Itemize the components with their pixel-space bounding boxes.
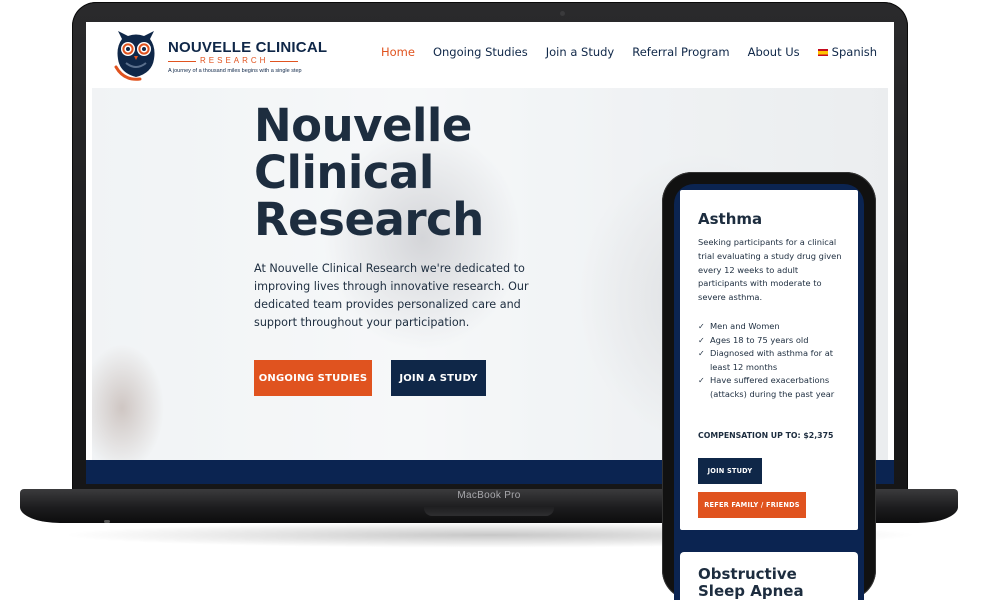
criteria-item: ✓ Men and Women xyxy=(698,320,854,334)
check-icon: ✓ xyxy=(698,349,705,359)
study-card-asthma: Asthma Seeking participants for a clinic… xyxy=(680,190,858,530)
hero-description: At Nouvelle Clinical Research we're dedi… xyxy=(254,262,529,329)
logo-title: NOUVELLE CLINICAL xyxy=(168,39,328,56)
criteria-text: Men and Women xyxy=(710,321,780,331)
nav-ongoing-studies[interactable]: Ongoing Studies xyxy=(433,45,528,59)
criteria-item: ✓ Diagnosed with asthma for at least 12 m… xyxy=(698,347,854,374)
refer-family-friends-button[interactable]: REFER FAMILY / FRIENDS xyxy=(698,492,806,518)
nav-language-spanish[interactable]: Spanish xyxy=(817,45,878,59)
nav-about-us[interactable]: About Us xyxy=(748,45,800,59)
criteria-item: ✓ Ages 18 to 75 years old xyxy=(698,334,854,348)
check-icon: ✓ xyxy=(698,322,705,331)
nav-language-label: Spanish xyxy=(831,45,878,59)
study-title: Asthma xyxy=(698,210,763,228)
phone-frame: Asthma Seeking participants for a clinic… xyxy=(662,172,876,600)
study-description: Seeking participants for a clinical tria… xyxy=(698,237,842,303)
laptop-notch xyxy=(424,506,554,516)
nav-join-a-study[interactable]: Join a Study xyxy=(546,45,614,59)
criteria-text: Have suffered exacerbations (attacks) du… xyxy=(710,375,835,399)
logo-tagline: A journey of a thousand miles begins wit… xyxy=(168,68,302,74)
nav-referral-program[interactable]: Referral Program xyxy=(632,45,729,59)
laptop-foot xyxy=(104,520,110,523)
logo-subtitle: RESEARCH xyxy=(167,56,300,65)
owl-logo-icon xyxy=(114,31,155,81)
criteria-text: Diagnosed with asthma for at least 12 mo… xyxy=(710,348,834,372)
nav-home[interactable]: Home xyxy=(381,45,415,59)
check-icon: ✓ xyxy=(698,376,705,386)
compensation-text: COMPENSATION UP TO: $2,375 xyxy=(698,431,834,440)
study-title: Obstructive Sleep Apnea xyxy=(698,565,804,600)
study-card-sleep-apnea[interactable]: Obstructive Sleep Apnea xyxy=(680,552,858,600)
laptop-camera xyxy=(560,11,565,16)
main-nav: Home Ongoing Studies Join a Study Referr… xyxy=(381,45,894,59)
spain-flag-icon xyxy=(817,49,828,56)
criteria-item: ✓ Have suffered exacerbations (attacks) d… xyxy=(698,374,854,401)
hero-title: Nouvelle Clinical Research xyxy=(254,99,484,246)
criteria-text: Ages 18 to 75 years old xyxy=(710,334,809,345)
logo[interactable]: NOUVELLE CLINICAL RESEARCH A journey of … xyxy=(112,29,327,81)
site-header: NOUVELLE CLINICAL RESEARCH A journey of … xyxy=(86,22,894,88)
ongoing-studies-button[interactable]: ONGOING STUDIES xyxy=(254,360,372,396)
check-icon: ✓ xyxy=(698,335,705,345)
join-study-button[interactable]: JOIN STUDY xyxy=(698,458,762,484)
join-a-study-button[interactable]: JOIN A STUDY xyxy=(391,360,486,396)
phone-screen: Asthma Seeking participants for a clinic… xyxy=(674,184,864,600)
study-criteria-list: ✓ Men and Women ✓ Ages 18 to 75 years old … xyxy=(698,320,854,402)
